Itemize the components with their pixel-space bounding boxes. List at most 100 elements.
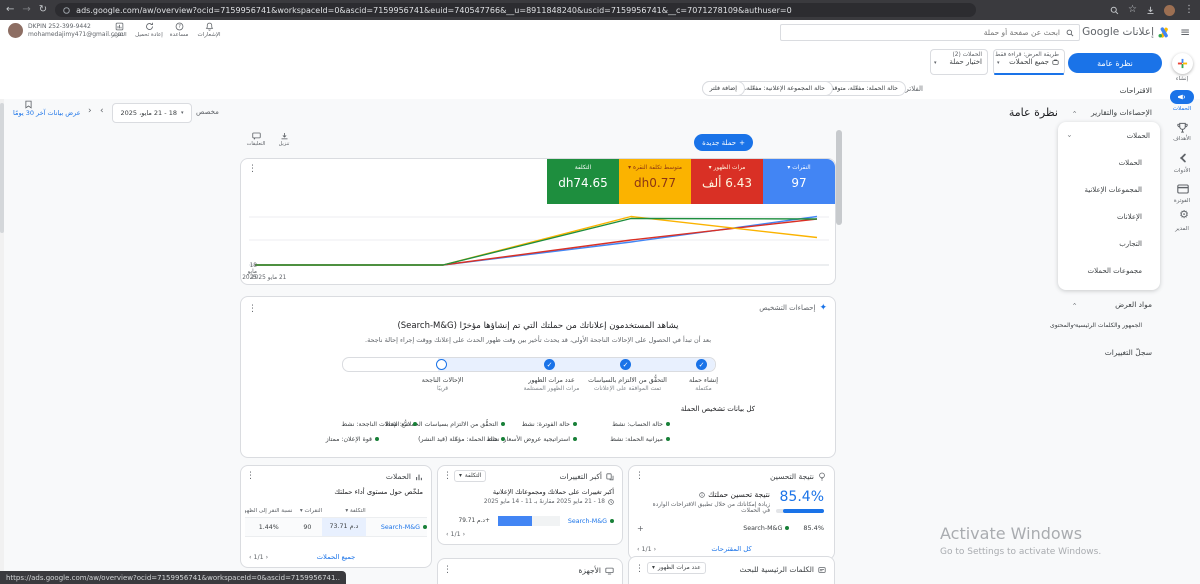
more-options-icon[interactable]: ⋮	[635, 565, 644, 574]
campaign-name[interactable]: Search-M&G	[568, 518, 614, 525]
browser-forward-icon[interactable]: →	[22, 5, 30, 15]
sidebar-item-insights-reports[interactable]: الإحصاءات والتقارير	[1091, 108, 1152, 117]
billing-card-icon[interactable]	[1177, 184, 1189, 194]
sidebar-item-campaigns[interactable]: الحملات	[1058, 149, 1160, 176]
page-url: ads.google.com/aw/overview?ocid=71599567…	[76, 6, 791, 15]
pagination[interactable]: ‹ 1/1 ›	[637, 546, 656, 553]
action-label: مساعدة	[170, 32, 189, 38]
pagination[interactable]: ‹ 1/1 ›	[249, 554, 268, 561]
tools-icon[interactable]	[1177, 152, 1189, 164]
sidebar-item-audiences-keywords-content[interactable]: الجمهور والكلمات الرئيسية والمحتوى	[1050, 322, 1142, 329]
column-clicks[interactable]: النقرات ▾	[292, 508, 322, 514]
page-scrollbar[interactable]	[0, 99, 4, 584]
gear-icon[interactable]: ⚙	[1179, 209, 1189, 220]
reports-button[interactable]: التقرير	[106, 22, 132, 38]
feedback-button[interactable]: التعليقات	[243, 132, 269, 147]
step-create-campaign[interactable]: ✓	[696, 359, 707, 370]
action-label: الإشعارات	[198, 32, 221, 38]
campaign-name-cell[interactable]: Search-M&G	[366, 524, 427, 531]
browser-status-bar: https://ads.google.com/aw/overview?ocid=…	[0, 571, 346, 584]
table-row[interactable]: Search-M&G د.م 73.71 90 1.44%	[245, 517, 427, 537]
optimization-row[interactable]: 85.4% Search-M&G +	[635, 521, 824, 535]
download-button[interactable]: تنزيل	[271, 132, 297, 147]
pagination[interactable]: ‹ 1/1 ›	[446, 531, 465, 538]
all-campaigns-link[interactable]: جميع الحملات	[241, 553, 431, 561]
context-bar: طريقة العرض: قراءة فقط جميع الحملات ▾ ال…	[0, 46, 1200, 78]
more-options-icon[interactable]: ⋮	[248, 305, 257, 314]
rail-item-campaigns[interactable]	[1170, 90, 1194, 104]
downloads-icon[interactable]	[1146, 6, 1155, 15]
main-menu-icon[interactable]: ≡	[1180, 25, 1190, 39]
column-cost[interactable]: التكلفة ▾	[322, 508, 366, 514]
account-avatar[interactable]	[8, 23, 23, 38]
search-icon[interactable]	[1110, 6, 1119, 15]
browser-reload-icon[interactable]: ↻	[39, 5, 47, 15]
more-options-icon[interactable]: ⋮	[443, 566, 452, 575]
sidebar-item-ad-groups[interactable]: المجموعات الإعلانية	[1058, 176, 1160, 203]
metric-box[interactable]: متوسط تكلفة النقرة▾ dh0.77	[619, 159, 691, 204]
step-policy-review[interactable]: ✓	[620, 359, 631, 370]
diagnostics-subtitle: بعد أن تبدأ في الحصول على الإحالات الناج…	[241, 336, 835, 344]
setup-progress-stepper: ✓ ✓ ✓	[342, 357, 716, 372]
create-button[interactable]	[1172, 53, 1193, 74]
all-diagnostics-label[interactable]: كل بيانات تشخيص الحملة	[681, 405, 755, 413]
browser-profile-avatar[interactable]	[1164, 5, 1175, 16]
next-period-icon[interactable]: ›	[100, 106, 104, 116]
site-info-icon[interactable]	[63, 7, 70, 14]
rail-goals-label: الأهداف	[1164, 136, 1200, 142]
step-conversions[interactable]	[436, 359, 447, 370]
refresh-button[interactable]: إعادة تحميل	[136, 22, 162, 38]
chevron-down-icon: ▾	[459, 473, 462, 479]
sidebar-item-recommendations[interactable]: الاقتراحات	[1120, 86, 1152, 95]
campaign-picker[interactable]: الحملات (2) اختيار حملة ▾	[930, 49, 988, 75]
bookmark-star-icon[interactable]: ☆	[1128, 5, 1137, 15]
prev-period-icon[interactable]: ‹	[88, 106, 92, 116]
help-icon: ?	[175, 22, 184, 31]
sidebar-item-experiments[interactable]: التجارب	[1058, 230, 1160, 257]
more-options-icon[interactable]: ⋮	[248, 165, 257, 174]
add-filter-chip[interactable]: إضافة فلتر	[702, 81, 745, 96]
bookmark-icon[interactable]	[24, 100, 33, 109]
more-options-icon[interactable]: ⋮	[443, 472, 452, 481]
trophy-icon[interactable]	[1176, 122, 1189, 134]
new-campaign-button[interactable]: + حملة جديدة	[694, 134, 753, 151]
green-dot-icon	[375, 437, 379, 441]
keywords-card-header: الكلمات الرئيسية للبحث	[739, 565, 826, 574]
content-scrollbar[interactable]	[836, 130, 842, 584]
address-bar[interactable]: ads.google.com/aw/overview?ocid=71599567…	[55, 3, 976, 17]
feedback-label: التعليقات	[247, 141, 266, 147]
more-options-icon[interactable]: ⋮	[635, 472, 644, 481]
metric-dropdown[interactable]: التكلفة▾	[454, 470, 486, 482]
all-recommendations-link[interactable]: كل المقترحات	[629, 545, 834, 553]
sidebar-item-campaign-groups[interactable]: مجموعات الحملات	[1058, 257, 1160, 284]
info-icon[interactable]	[699, 492, 705, 498]
search-input[interactable]	[786, 27, 1062, 38]
metric-box[interactable]: مرات الظهور▾ 6.43 ألف	[691, 159, 763, 204]
step-impressions[interactable]: ✓	[544, 359, 555, 370]
campaign-name[interactable]: Search-M&G	[743, 525, 789, 532]
global-search-box[interactable]	[780, 24, 1080, 41]
header-actions: الإشعارات ? مساعدة إعادة تحميل التقرير	[106, 22, 222, 38]
notifications-button[interactable]: الإشعارات	[196, 22, 222, 38]
sidebar-item-change-history[interactable]: سجلّ التغييرات	[1105, 348, 1152, 357]
metric-dropdown[interactable]: عدد مرات الظهور▾	[647, 562, 706, 574]
chevron-down-icon: ›	[1071, 111, 1079, 114]
sidebar-item-ads[interactable]: الإعلانات	[1058, 203, 1160, 230]
browser-menu-icon[interactable]: ⋮	[1184, 5, 1194, 15]
green-dot-icon	[666, 422, 670, 426]
stepper-fill	[438, 358, 715, 371]
date-range-picker[interactable]: ▾ 18 - 21 مايو، 2025	[112, 103, 192, 123]
help-button[interactable]: ? مساعدة	[166, 22, 192, 38]
sidebar-item-overview[interactable]: نظرة عامة	[1068, 53, 1162, 73]
metric-box[interactable]: النقرات▾ 97	[763, 159, 835, 204]
column-ctr[interactable]: نسبة النقر إلى الظهور ▾	[245, 508, 292, 514]
change-row[interactable]: Search-M&G +د.م 79.71	[444, 513, 614, 529]
metric-box[interactable]: التكلفةdh74.65 dh74.65	[547, 159, 619, 204]
expand-plus-icon[interactable]: +	[637, 524, 644, 533]
sidebar-item-assets[interactable]: مواد العرض	[1115, 300, 1152, 309]
show-last-30-days-link[interactable]: عرض بيانات آخر 30 يومًا	[13, 109, 81, 117]
browser-back-icon[interactable]: ←	[6, 5, 14, 15]
sidebar-group-campaigns[interactable]: الحملات ›	[1058, 122, 1160, 149]
view-mode-picker[interactable]: طريقة العرض: قراءة فقط جميع الحملات ▾	[993, 49, 1065, 75]
more-options-icon[interactable]: ⋮	[246, 472, 255, 481]
